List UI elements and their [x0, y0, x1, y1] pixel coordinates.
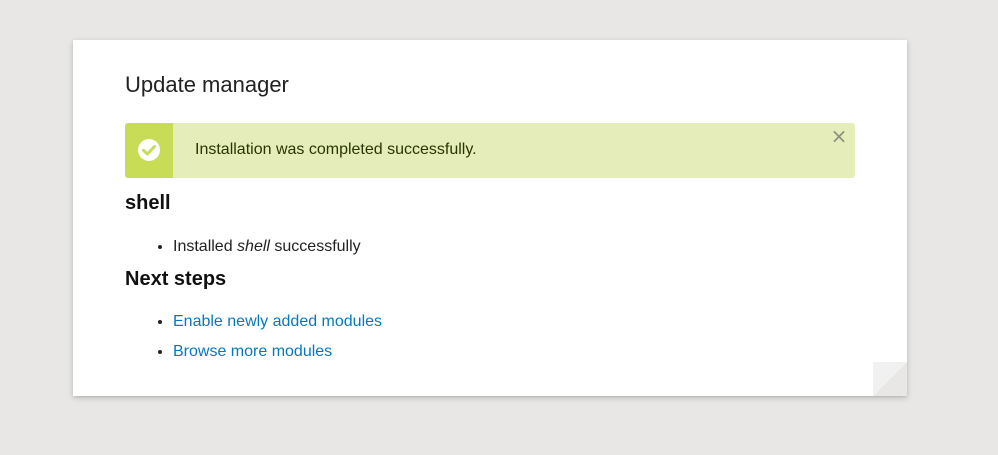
enable-modules-link[interactable]: Enable newly added modules [173, 313, 382, 330]
result-module-name: shell [237, 238, 270, 255]
check-circle-icon [138, 139, 160, 161]
module-result-list: Installed shell successfully [125, 232, 361, 262]
result-suffix: successfully [269, 238, 361, 255]
list-item: Installed shell successfully [173, 232, 361, 262]
status-message: Installation was completed successfully.… [125, 123, 855, 178]
result-prefix: Installed [173, 238, 238, 255]
status-icon-block [125, 123, 173, 178]
page-curl [873, 362, 907, 396]
close-icon[interactable]: × [829, 126, 849, 146]
next-steps-list: Enable newly added modules Browse more m… [125, 307, 382, 367]
page-title: Update manager [125, 72, 289, 97]
list-item: Browse more modules [173, 337, 382, 367]
page-card: Update manager Installation was complete… [73, 40, 907, 396]
list-item: Enable newly added modules [173, 307, 382, 337]
module-heading: shell [125, 192, 171, 214]
status-text: Installation was completed successfully. [195, 141, 477, 158]
next-steps-heading: Next steps [125, 268, 227, 290]
browse-modules-link[interactable]: Browse more modules [173, 343, 332, 360]
